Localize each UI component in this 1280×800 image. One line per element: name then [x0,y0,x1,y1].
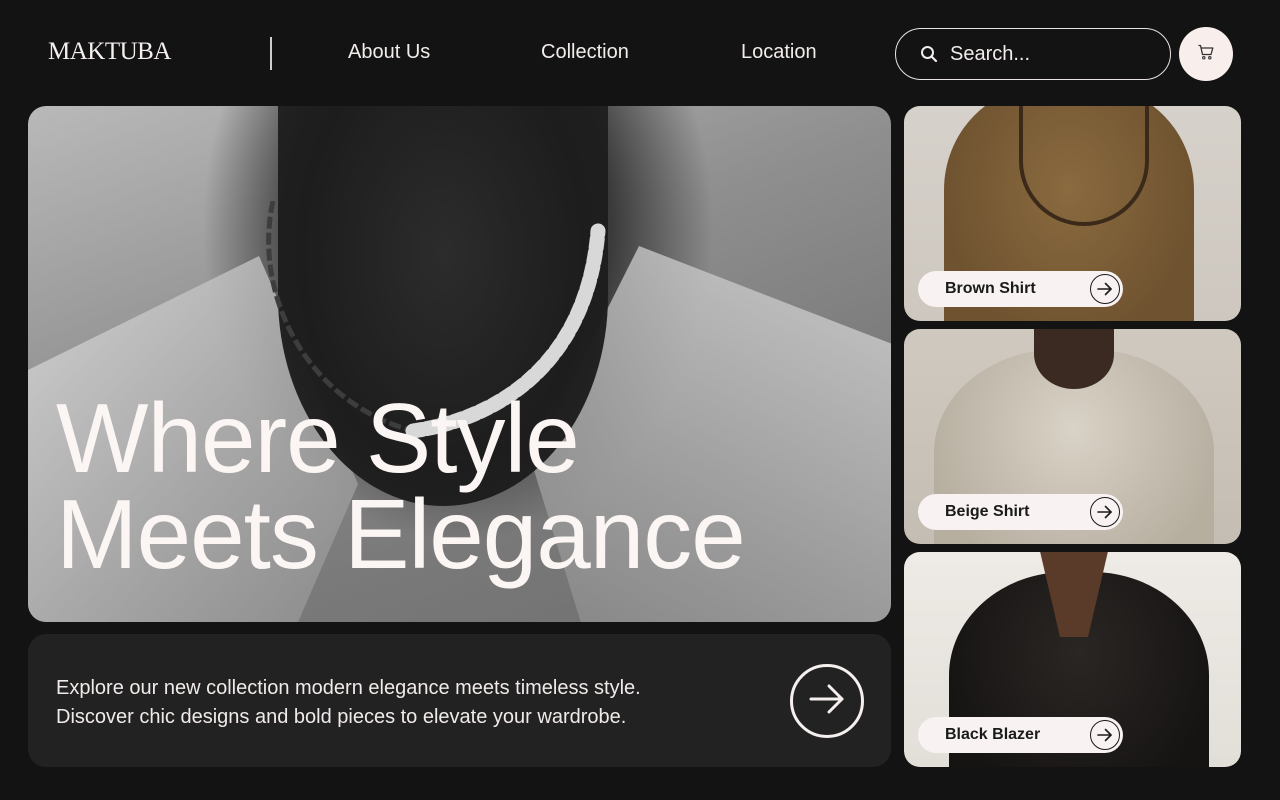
product-label: Beige Shirt [945,503,1030,520]
product-label-pill[interactable]: Beige Shirt [918,494,1123,530]
product-card-beige-shirt[interactable]: Beige Shirt [904,329,1241,544]
product-label: Black Blazer [945,726,1041,743]
hero-title-line-1: Where Style [56,383,580,493]
search-bar[interactable] [895,28,1171,80]
header-divider [270,37,272,70]
arrow-right-icon[interactable] [1090,720,1120,750]
brand-logo[interactable]: MAKTUBA [48,38,171,66]
nav-collection[interactable]: Collection [541,41,629,64]
hero-title-line-2: Meets Elegance [56,479,746,589]
cart-button[interactable] [1179,27,1233,81]
intro-text: Explore our new collection modern elegan… [56,674,756,732]
cart-icon [1197,43,1215,66]
nav-about-us[interactable]: About Us [348,41,430,64]
product-label-pill[interactable]: Black Blazer [918,717,1123,753]
hero-title: Where Style Meets Elegance [56,383,746,589]
intro-text-line-1: Explore our new collection modern elegan… [56,677,641,699]
page: MAKTUBA About Us Collection Location Whe… [0,0,1280,800]
search-icon[interactable] [920,45,938,63]
product-label: Brown Shirt [945,280,1036,297]
product-label-pill[interactable]: Brown Shirt [918,271,1123,307]
intro-text-line-2: Discover chic designs and bold pieces to… [56,706,627,728]
product-card-black-blazer[interactable]: Black Blazer [904,552,1241,767]
intro-panel: Explore our new collection modern elegan… [28,634,891,767]
arrow-right-icon [809,684,845,719]
explore-arrow-button[interactable] [790,664,864,738]
search-input[interactable] [950,42,1140,66]
arrow-right-icon[interactable] [1090,497,1120,527]
arrow-right-icon[interactable] [1090,274,1120,304]
product-card-brown-shirt[interactable]: Brown Shirt [904,106,1241,321]
hero-banner: Where Style Meets Elegance [28,106,891,622]
nav-location[interactable]: Location [741,41,817,64]
